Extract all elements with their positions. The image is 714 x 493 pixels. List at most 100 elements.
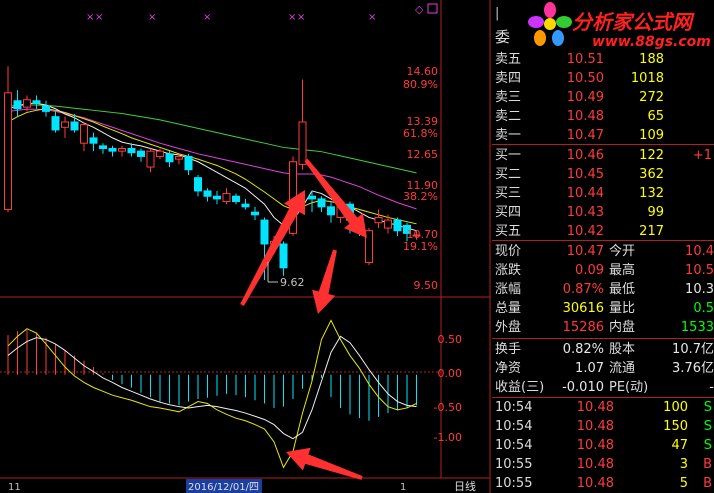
- fund-row[interactable]: 换手 0.82% 股本 10.7亿: [492, 340, 714, 359]
- level-price: 10.44: [566, 186, 604, 201]
- tick-price: 10.48: [576, 438, 614, 453]
- level-volume: 272: [639, 90, 664, 105]
- stat-value: 15286: [562, 320, 604, 335]
- level-label: 卖五: [495, 52, 522, 67]
- candle-body: [32, 100, 41, 104]
- level-volume: 188: [639, 52, 664, 67]
- macd-tick: 0.00: [438, 367, 463, 380]
- candlesticks: [4, 66, 421, 281]
- candle-body: [251, 211, 259, 216]
- sell-level-row[interactable]: 卖四 10.50 1018: [492, 69, 714, 88]
- sell-level-row[interactable]: 卖二 10.48 65: [492, 107, 714, 126]
- tick-row[interactable]: 10:54 10.48 47 S: [492, 436, 714, 455]
- period-label[interactable]: 日线: [454, 479, 476, 493]
- stat-label: 最低: [609, 282, 636, 297]
- buy-level-row[interactable]: 买五 10.42 217: [492, 222, 714, 241]
- stat-value: 10.47: [566, 244, 604, 259]
- level-volume: 1018: [630, 71, 664, 86]
- level-volume: 99: [647, 205, 664, 220]
- price-tick: 9.50: [414, 279, 439, 292]
- level-label: 买三: [495, 186, 522, 201]
- stat-value: 10.3: [685, 282, 714, 297]
- tick-row[interactable]: 10:55 10.48 5 B: [492, 474, 714, 493]
- sell-level-row[interactable]: 卖一 10.47 109: [492, 126, 714, 145]
- candle-body: [99, 145, 107, 150]
- stat-row[interactable]: 总量 30616 量比 0.5: [492, 299, 714, 318]
- sell-level-row[interactable]: 卖三 10.49 272: [492, 88, 714, 107]
- stat-value: 0.09: [575, 263, 604, 278]
- tick-row[interactable]: 10:54 10.48 100 S: [492, 398, 714, 417]
- price-tick: 12.65: [407, 148, 439, 161]
- fund-value: 3.76亿: [672, 361, 714, 376]
- candle-body: [42, 105, 50, 112]
- fund-row[interactable]: 净资 1.07 流通 3.76亿: [492, 359, 714, 378]
- level-price: 10.48: [566, 109, 604, 124]
- candle-body: [156, 150, 164, 157]
- buy-level-row[interactable]: 买二 10.45 362: [492, 165, 714, 184]
- stat-row[interactable]: 现价 10.47 今开 10.4: [492, 242, 714, 261]
- candle-body: [279, 243, 288, 269]
- flower-logo-icon: [528, 2, 572, 46]
- candle-body: [194, 177, 202, 192]
- tick-price: 10.48: [576, 476, 614, 491]
- level-price: 10.50: [566, 71, 604, 86]
- buy-level-row[interactable]: 买一 10.46 122 +1: [492, 146, 714, 165]
- diamond-icon[interactable]: ◇: [415, 3, 424, 16]
- stat-row[interactable]: 涨幅 0.87% 最低 10.3: [492, 280, 714, 299]
- candle-body: [137, 150, 145, 157]
- tick-direction: S: [703, 400, 712, 415]
- fund-label: 净资: [495, 361, 522, 376]
- buy-level-row[interactable]: 买四 10.43 99: [492, 203, 714, 222]
- fund-value: 10.7亿: [672, 342, 714, 357]
- candle-body: [175, 155, 183, 160]
- stat-value: 1533: [680, 320, 714, 335]
- quote-panel: 委 | 卖五 10.51 188 卖四 10.50 1018 卖三 10.49 272 卖二 10.…: [492, 0, 714, 493]
- divider: [492, 338, 714, 339]
- stat-value: 30616: [562, 301, 604, 316]
- tick-volume: 5: [679, 476, 688, 491]
- candle-body: [203, 190, 212, 197]
- weibi-label: 委: [495, 28, 511, 46]
- level-label: 买四: [495, 205, 522, 220]
- candle-body: [80, 124, 88, 144]
- stat-row[interactable]: 涨跌 0.09 最高 10.5: [492, 261, 714, 280]
- window-restore-icon[interactable]: [427, 3, 438, 14]
- x-signal-marker: ×: [368, 12, 376, 23]
- tick-volume: 100: [663, 400, 688, 415]
- tick-price: 10.48: [576, 457, 614, 472]
- stat-label: 内盘: [609, 320, 636, 335]
- fib-pct-tick: 38.2%: [403, 190, 438, 203]
- tick-volume: 150: [663, 419, 688, 434]
- down-arrow-to-macd-peak: [312, 249, 337, 314]
- stat-value: 10.4: [685, 244, 714, 259]
- level-volume: 122: [639, 148, 664, 163]
- level-label: 买二: [495, 167, 522, 182]
- level-price: 10.46: [566, 148, 604, 163]
- tick-row[interactable]: 10:55 10.48 3 B: [492, 455, 714, 474]
- stat-label: 今开: [609, 244, 636, 259]
- macd-tick: 0.50: [438, 333, 463, 346]
- macd-tick: -1.00: [434, 431, 462, 444]
- ma-yellow-line: [7, 108, 417, 225]
- candle-body: [374, 216, 383, 224]
- candle-body: [89, 137, 98, 144]
- candle-body: [327, 206, 335, 216]
- level-price: 10.43: [566, 205, 604, 220]
- fund-value: 1.07: [575, 361, 604, 376]
- x-signal-marker: ×: [148, 12, 156, 23]
- tick-volume: 3: [679, 457, 688, 472]
- fund-value: 0.82%: [562, 342, 604, 357]
- tick-direction: B: [703, 457, 712, 472]
- logo-url: www.88gs.com: [592, 34, 711, 50]
- stat-row[interactable]: 外盘 15286 内盘 1533: [492, 318, 714, 337]
- tick-row[interactable]: 10:54 10.48 150 S: [492, 417, 714, 436]
- buy-level-row[interactable]: 买三 10.44 132: [492, 184, 714, 203]
- candle-body: [51, 116, 60, 131]
- sell-level-row[interactable]: 卖五 10.51 188: [492, 50, 714, 69]
- level-price: 10.45: [566, 167, 604, 182]
- fund-row[interactable]: 收益(三) -0.010 PE(动) -: [492, 378, 714, 397]
- level-volume: 132: [639, 186, 664, 201]
- candle-body: [13, 100, 22, 110]
- fund-label: 股本: [609, 342, 636, 357]
- level-label: 卖一: [495, 128, 522, 143]
